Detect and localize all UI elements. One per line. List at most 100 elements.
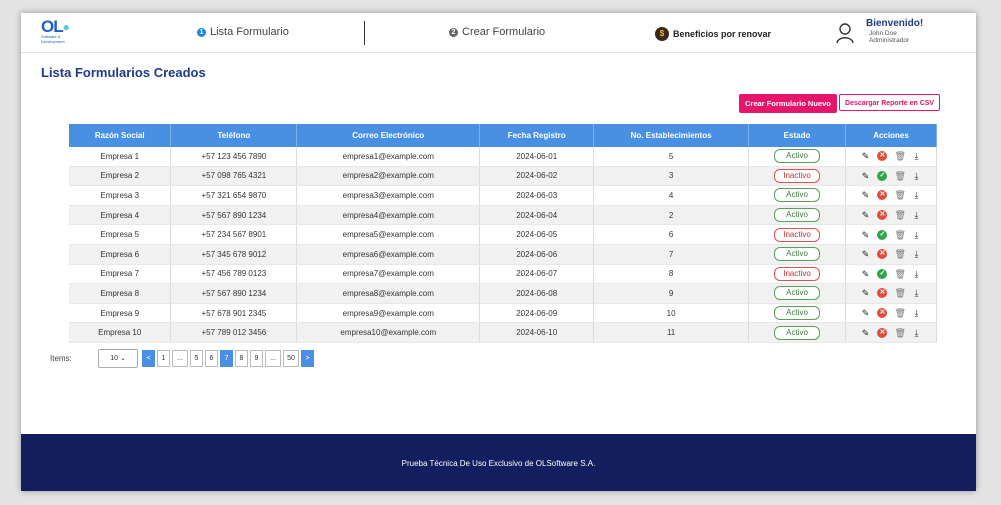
status-badge: Activo: [774, 208, 821, 223]
table-row: Empresa 4 +57 567 890 1234 empresa4@exampl…: [69, 205, 938, 226]
download-icon[interactable]: ⤓: [911, 151, 921, 161]
edit-icon[interactable]: ✎: [860, 249, 870, 259]
download-icon[interactable]: ⤓: [911, 210, 921, 220]
trash-icon[interactable]: 🗑: [894, 269, 905, 279]
deactivate-icon[interactable]: ✕: [877, 249, 888, 260]
edit-icon[interactable]: ✎: [860, 210, 870, 220]
nav-beneficios[interactable]: $ Beneficios por renovar: [655, 27, 771, 41]
cell-email: empresa6@example.com: [296, 244, 481, 265]
activate-icon[interactable]: ✓: [877, 268, 888, 279]
cell-count: 9: [593, 283, 750, 304]
header-telefono[interactable]: Teléfono: [170, 124, 298, 147]
cell-company: Empresa 8: [69, 283, 172, 304]
trash-icon[interactable]: 🗑: [894, 249, 905, 259]
page-button-8[interactable]: 8: [235, 350, 248, 367]
cell-email: empresa4@example.com: [296, 205, 481, 226]
nav-crear-formulario[interactable]: 2 Crear Formulario: [449, 26, 545, 38]
nav-beneficios-label: Beneficios por renovar: [673, 29, 772, 39]
page-button-6[interactable]: 6: [205, 350, 218, 367]
download-icon[interactable]: ⤓: [911, 288, 921, 298]
cell-actions: ✎ ✕ 🗑 ⤓: [845, 185, 938, 206]
prev-page-button[interactable]: <: [142, 350, 155, 367]
cell-count: 10: [593, 303, 750, 324]
deactivate-icon[interactable]: ✕: [877, 308, 888, 319]
items-per-page-label: Items:: [50, 354, 72, 363]
cell-company: Empresa 4: [69, 205, 172, 226]
cell-actions: ✎ ✕ 🗑 ⤓: [845, 205, 938, 226]
user-role: Administrador: [869, 37, 910, 44]
header-correo[interactable]: Correo Electrónico: [296, 124, 481, 147]
trash-icon[interactable]: 🗑: [894, 328, 905, 338]
nav-lista-label: Lista Formulario: [210, 26, 289, 38]
status-badge: Inactivo: [774, 266, 821, 281]
cell-status: Inactivo: [748, 224, 846, 245]
cell-phone: +57 098 765 4321: [170, 166, 298, 187]
user-name: John Doe: [869, 30, 897, 37]
cell-email: empresa8@example.com: [296, 283, 481, 304]
activate-icon[interactable]: ✓: [877, 229, 888, 240]
download-csv-button[interactable]: Descargar Reporte en CSV: [839, 94, 941, 111]
cell-actions: ✎ ✓ 🗑 ⤓: [845, 224, 938, 245]
next-page-button[interactable]: >: [301, 350, 314, 367]
page-button-5[interactable]: 5: [190, 350, 203, 367]
download-icon[interactable]: ⤓: [911, 190, 921, 200]
company-logo[interactable]: OL● Software & Development: [41, 17, 83, 47]
cell-count: 7: [593, 244, 750, 265]
page-button-7[interactable]: 7: [220, 350, 233, 367]
header-establecimientos[interactable]: No. Establecimientos: [593, 124, 750, 147]
items-per-page-select[interactable]: 10 ⌄: [98, 349, 138, 368]
cell-status: Activo: [748, 185, 846, 206]
top-navbar: OL● Software & Development 1 Lista Formu…: [21, 13, 976, 53]
trash-icon[interactable]: 🗑: [894, 210, 905, 220]
logo-mark: OL●: [41, 17, 70, 36]
download-icon[interactable]: ⤓: [911, 171, 921, 181]
deactivate-icon[interactable]: ✕: [877, 288, 888, 299]
download-icon[interactable]: ⤓: [911, 328, 921, 338]
create-form-button[interactable]: Crear Formulario Nuevo: [739, 94, 837, 113]
activate-icon[interactable]: ✓: [877, 170, 888, 181]
app-window: OL● Software & Development 1 Lista Formu…: [21, 13, 976, 491]
page-button-1[interactable]: 1: [157, 350, 170, 367]
deactivate-icon[interactable]: ✕: [877, 210, 888, 221]
edit-icon[interactable]: ✎: [860, 288, 870, 298]
download-icon[interactable]: ⤓: [911, 308, 921, 318]
cell-status: Activo: [748, 322, 846, 343]
header-estado[interactable]: Estado: [748, 124, 846, 147]
trash-icon[interactable]: 🗑: [894, 230, 905, 240]
cell-count: 11: [593, 322, 750, 343]
edit-icon[interactable]: ✎: [860, 269, 870, 279]
nav-lista-formulario[interactable]: 1 Lista Formulario: [197, 26, 289, 38]
trash-icon[interactable]: 🗑: [894, 308, 905, 318]
table-header-row: Razón Social Teléfono Correo Electrónico…: [69, 124, 938, 147]
trash-icon[interactable]: 🗑: [894, 151, 905, 161]
cell-company: Empresa 5: [69, 224, 172, 245]
edit-icon[interactable]: ✎: [860, 190, 870, 200]
download-icon[interactable]: ⤓: [911, 249, 921, 259]
trash-icon[interactable]: 🗑: [894, 288, 905, 298]
page-button-9[interactable]: 9: [250, 350, 263, 367]
edit-icon[interactable]: ✎: [860, 328, 870, 338]
table-row: Empresa 10 +57 789 012 3456 empresa10@exam…: [69, 322, 938, 343]
table-row: Empresa 5 +57 234 567 8901 empresa5@exampl…: [69, 224, 938, 245]
deactivate-icon[interactable]: ✕: [877, 190, 888, 201]
edit-icon[interactable]: ✎: [860, 171, 870, 181]
edit-icon[interactable]: ✎: [860, 230, 870, 240]
header-razon-social[interactable]: Razón Social: [69, 124, 172, 147]
cell-date: 2024-06-10: [479, 322, 595, 343]
download-icon[interactable]: ⤓: [911, 269, 921, 279]
page-button-50[interactable]: 50: [283, 350, 299, 367]
edit-icon[interactable]: ✎: [860, 151, 870, 161]
table-row: Empresa 3 +57 321 654 9870 empresa3@exampl…: [69, 185, 938, 206]
trash-icon[interactable]: 🗑: [894, 190, 905, 200]
cell-date: 2024-06-09: [479, 303, 595, 324]
download-icon[interactable]: ⤓: [911, 230, 921, 240]
nav-crear-label: Crear Formulario: [462, 26, 546, 38]
edit-icon[interactable]: ✎: [860, 308, 870, 318]
status-badge: Activo: [774, 286, 821, 301]
trash-icon[interactable]: 🗑: [894, 171, 905, 181]
cell-status: Activo: [748, 147, 846, 167]
deactivate-icon[interactable]: ✕: [877, 327, 888, 338]
header-fecha[interactable]: Fecha Registro: [479, 124, 595, 147]
footer-text: Prueba Técnica De Uso Exclusivo de OLSof…: [401, 459, 596, 468]
deactivate-icon[interactable]: ✕: [877, 151, 888, 162]
